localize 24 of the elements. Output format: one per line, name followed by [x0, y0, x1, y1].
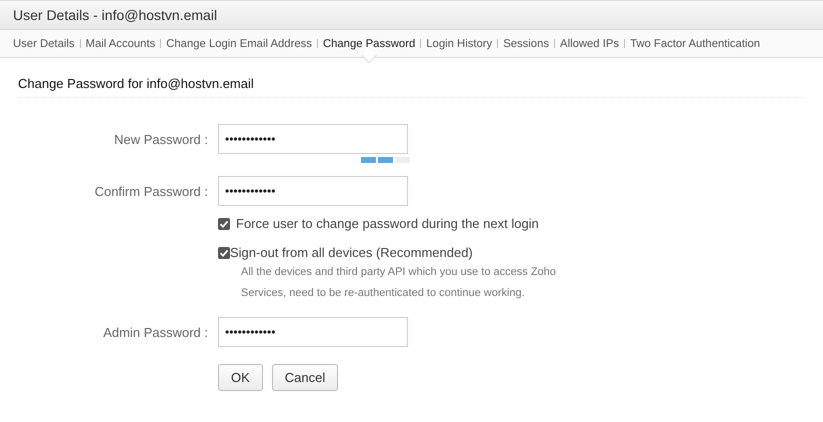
- tab[interactable]: Allowed IPs: [555, 38, 624, 50]
- checkbox-label: Sign-out from all devices (Recommended): [230, 245, 473, 260]
- cancel-button[interactable]: Cancel: [272, 364, 338, 391]
- checkbox[interactable]: [218, 246, 230, 258]
- option-description: Services, need to be re-authenticated to continue working.: [241, 286, 526, 301]
- ok-button[interactable]: OK: [218, 364, 263, 391]
- tab[interactable]: User Details: [8, 38, 80, 50]
- new-password-field[interactable]: ••••••••••••: [218, 124, 408, 154]
- tab[interactable]: Mail Accounts: [80, 38, 160, 50]
- tab[interactable]: Two Factor Authentication: [625, 38, 766, 50]
- admin-password-field[interactable]: ••••••••••••: [218, 317, 408, 347]
- field-label: Confirm Password :: [94, 184, 209, 198]
- confirm-password-field[interactable]: ••••••••••••: [218, 176, 408, 206]
- tab[interactable]: Change Password: [318, 38, 420, 50]
- section-heading: Change Password for info@hostvn.email: [18, 58, 805, 98]
- tab[interactable]: Sessions: [498, 38, 554, 50]
- tab[interactable]: Change Login Email Address: [161, 38, 317, 50]
- field-label: Admin Password :: [102, 324, 209, 340]
- field-label: New Password :: [113, 132, 209, 146]
- checkbox-label: Force user to change password during the next login: [236, 216, 539, 231]
- option-description: All the devices and third party API which you use to access Zoho: [241, 265, 557, 280]
- tab[interactable]: Login History: [421, 38, 498, 50]
- checkbox[interactable]: [218, 218, 230, 230]
- window-title: User Details - info@hostvn.email: [13, 7, 218, 23]
